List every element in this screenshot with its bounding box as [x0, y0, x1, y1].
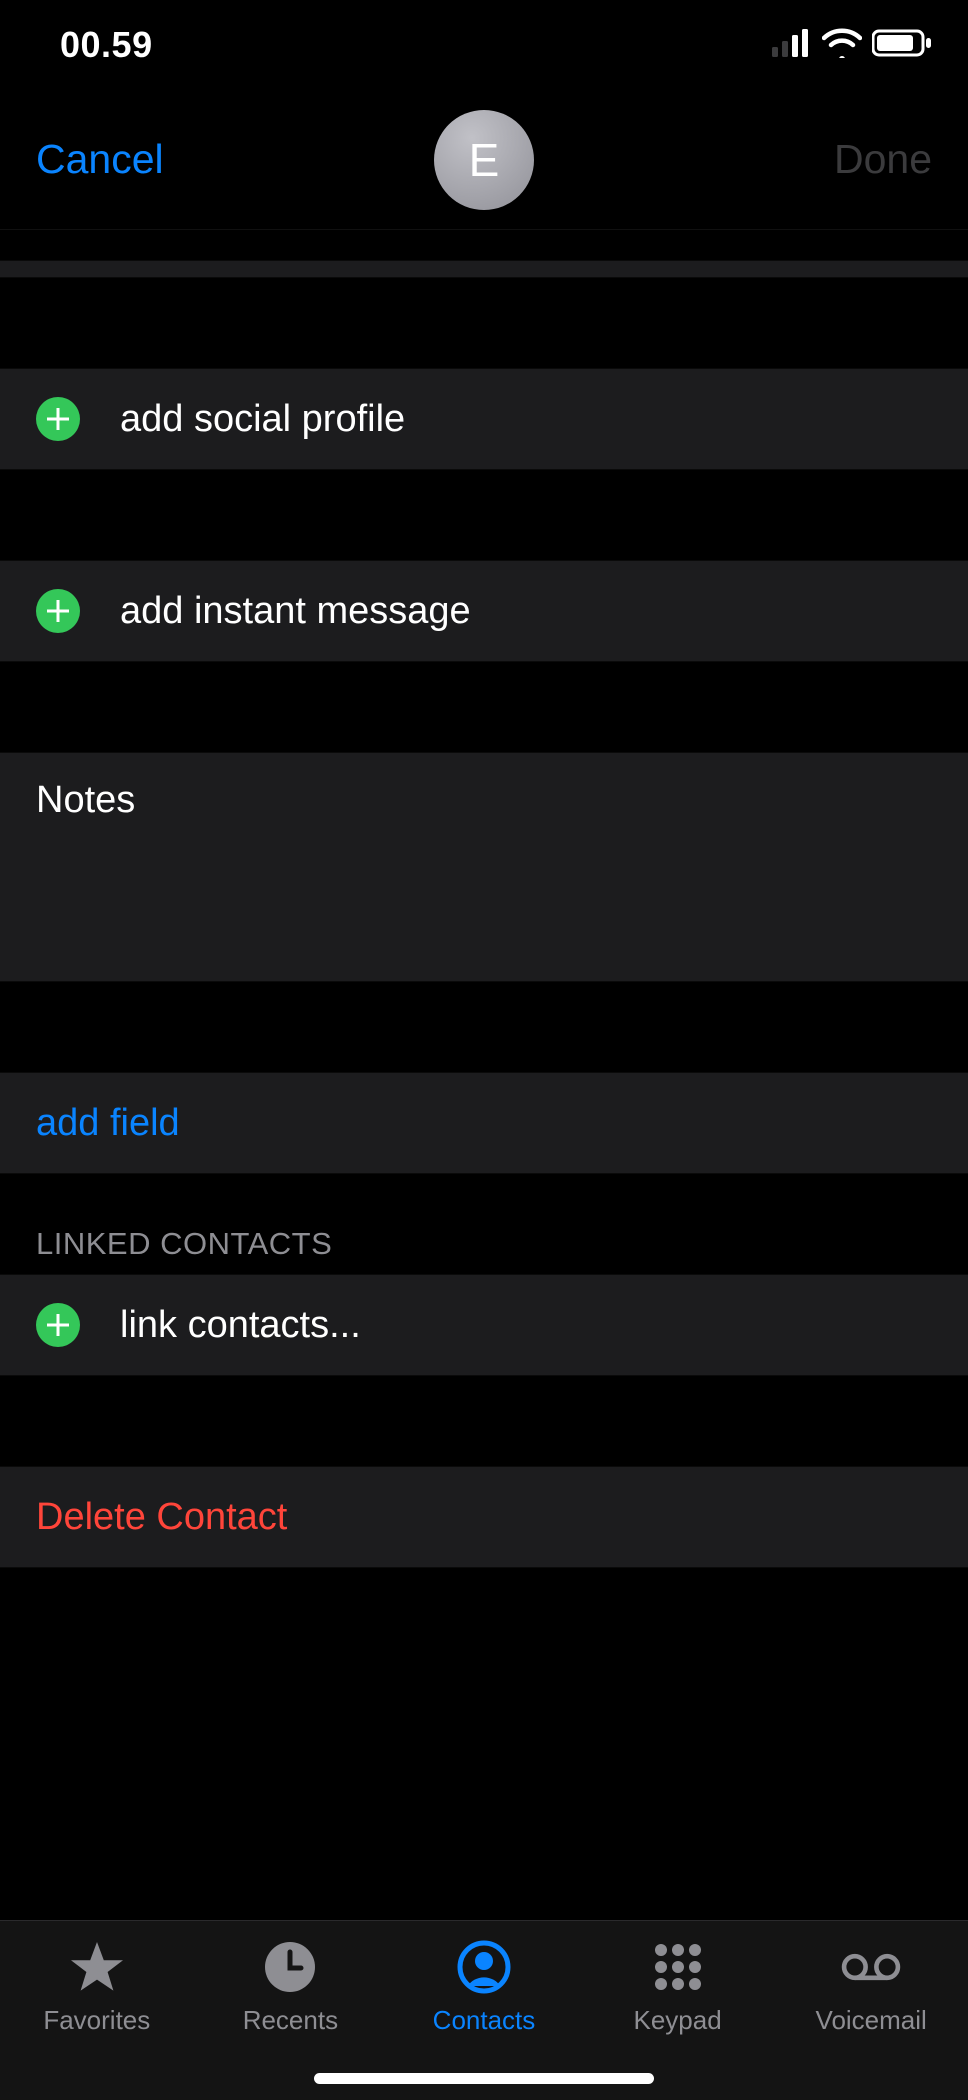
tab-label: Keypad [633, 2005, 721, 2036]
add-social-profile-row[interactable]: add social profile [0, 368, 968, 470]
tab-voicemail[interactable]: Voicemail [781, 1939, 961, 2036]
notes-label: Notes [36, 779, 135, 822]
nav-bar: Cancel E Done [0, 90, 968, 230]
tab-contacts[interactable]: Contacts [394, 1939, 574, 2036]
plus-icon [36, 1303, 80, 1347]
add-instant-message-row[interactable]: add instant message [0, 560, 968, 662]
edit-contact-form: add social profile add instant message N… [0, 230, 968, 1920]
linked-contacts-header: LINKED CONTACTS [0, 1174, 968, 1274]
tab-recents[interactable]: Recents [200, 1939, 380, 2036]
done-button[interactable]: Done [834, 136, 932, 183]
cellular-icon [772, 29, 812, 62]
row-label: add social profile [120, 398, 405, 441]
battery-icon [872, 29, 932, 62]
wifi-icon [822, 28, 862, 63]
row-label: add instant message [120, 590, 471, 633]
link-contacts-row[interactable]: link contacts... [0, 1274, 968, 1376]
previous-section-bottom [0, 260, 968, 278]
plus-icon [36, 397, 80, 441]
status-bar: 00.59 [0, 0, 968, 90]
row-label: Delete Contact [36, 1496, 287, 1539]
contact-avatar[interactable]: E [434, 110, 534, 210]
row-label: link contacts... [120, 1304, 361, 1347]
clock-icon [260, 1939, 320, 1995]
tab-label: Contacts [433, 2005, 536, 2036]
tab-favorites[interactable]: Favorites [7, 1939, 187, 2036]
row-label: add field [36, 1102, 180, 1145]
home-indicator[interactable] [314, 2073, 654, 2084]
notes-field[interactable]: Notes [0, 752, 968, 982]
status-indicators [772, 28, 932, 63]
voicemail-icon [841, 1939, 901, 1995]
cancel-button[interactable]: Cancel [36, 136, 164, 183]
delete-contact-row[interactable]: Delete Contact [0, 1466, 968, 1568]
add-field-row[interactable]: add field [0, 1072, 968, 1174]
plus-icon [36, 589, 80, 633]
tab-label: Recents [243, 2005, 338, 2036]
tab-label: Voicemail [816, 2005, 927, 2036]
status-time: 00.59 [60, 24, 153, 66]
star-icon [67, 1939, 127, 1995]
avatar-initial: E [469, 133, 500, 187]
tab-keypad[interactable]: Keypad [588, 1939, 768, 2036]
person-icon [454, 1939, 514, 1995]
tab-label: Favorites [43, 2005, 150, 2036]
keypad-icon [648, 1939, 708, 1995]
